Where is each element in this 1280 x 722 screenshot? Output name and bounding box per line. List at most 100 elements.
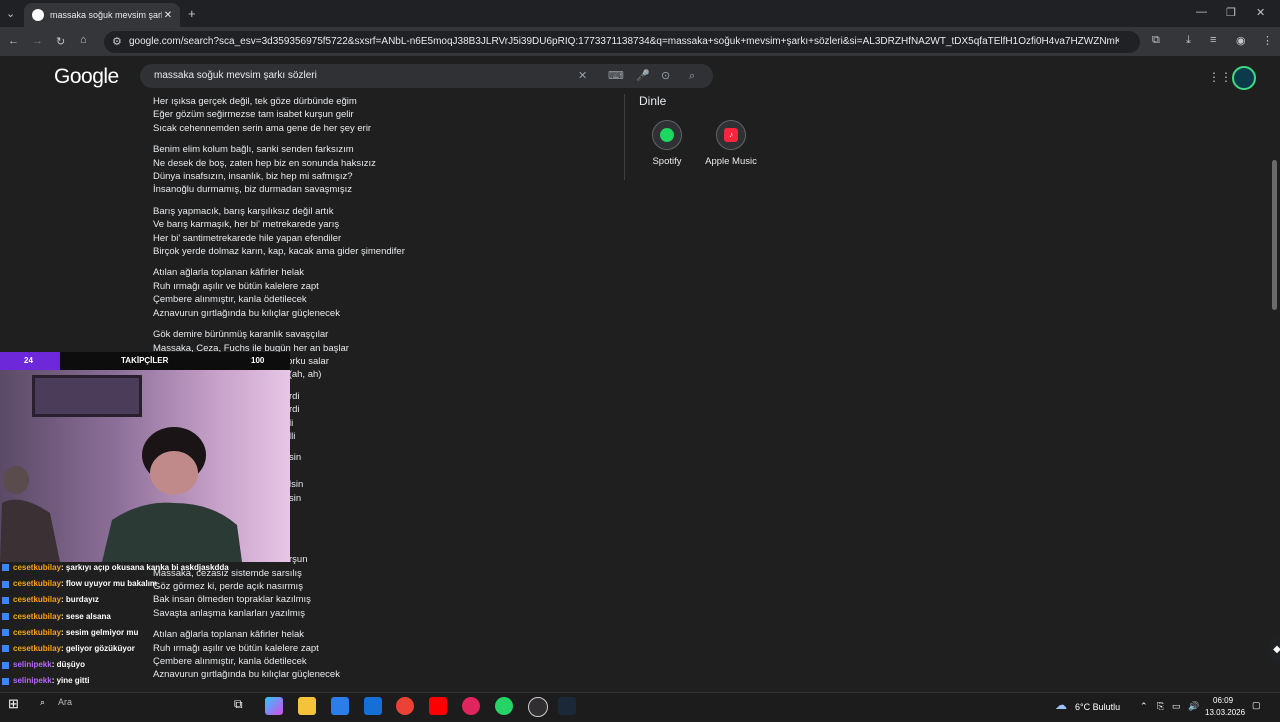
- chat-text: : şarkıyı açıp okusana kanka bi askdjask…: [61, 563, 229, 572]
- taskbar-search-icon[interactable]: ⌕: [40, 697, 45, 708]
- clear-icon[interactable]: ✕: [578, 64, 587, 88]
- store-icon[interactable]: [331, 697, 349, 715]
- tray-app-icon[interactable]: ⎘: [1157, 701, 1164, 712]
- lyrics-line: İnsanoğlu durmamış, biz durmadan savaşmı…: [153, 184, 353, 196]
- search-query: massaka soğuk mevsim şarkı sözleri: [154, 70, 317, 81]
- forward-icon[interactable]: →: [32, 35, 43, 47]
- chat-text: : flow uyuyor mu bakalım: [61, 579, 158, 589]
- youtube-icon[interactable]: [429, 697, 447, 715]
- restore-icon[interactable]: ❐: [1226, 6, 1236, 19]
- steam-icon[interactable]: [558, 697, 576, 715]
- chat-text: : yine gitti: [51, 676, 90, 686]
- lyrics-stanza: Barış yapmacık, barış karşılıksız değil …: [153, 205, 405, 259]
- lyrics-stanza: Her ışıksa gerçek değil, tek göze dürbün…: [153, 95, 405, 135]
- chat-username: cesetkubilay: [13, 644, 62, 654]
- media-player-icon[interactable]: [462, 697, 480, 715]
- lyrics-line: Barış yapmacık, barış karşılıksız değil …: [153, 205, 334, 217]
- spotify-label: Spotify: [652, 156, 682, 167]
- follower-label: TAKİPÇİLER: [121, 356, 169, 365]
- home-icon[interactable]: ⌂: [80, 34, 87, 46]
- reading-list-icon[interactable]: ≡: [1210, 34, 1216, 46]
- chat-username: selinipekk: [13, 676, 52, 686]
- close-window-icon[interactable]: ✕: [1256, 6, 1265, 19]
- taskbar-search-label[interactable]: Ara: [58, 697, 72, 707]
- lyrics-line: sin: [289, 452, 302, 464]
- chat-username: cesetkubilay: [13, 595, 62, 605]
- voice-search-icon[interactable]: 🎤: [636, 64, 650, 88]
- apple-music-link[interactable]: ♪ Apple Music: [696, 120, 766, 167]
- network-icon[interactable]: ▭: [1172, 701, 1181, 712]
- lyrics-line: Ve barış karmaşık, her bi' metrekarede y…: [153, 219, 340, 231]
- weather-text[interactable]: 6°C Bulutlu: [1075, 702, 1120, 712]
- google-favicon-icon: [32, 9, 44, 21]
- chat-message: cesetkubilay: flow uyuyor mu bakalım: [2, 576, 229, 592]
- lyrics-line: Her bi' santimetrekarede hile yapan efen…: [153, 232, 342, 244]
- tray-overflow-icon[interactable]: ⌃: [1140, 701, 1148, 712]
- account-avatar[interactable]: [1232, 66, 1256, 90]
- chat-message: selinipekk: yine gitti: [2, 673, 229, 689]
- webcam-feed: [0, 370, 290, 562]
- chat-username: cesetkubilay: [13, 579, 62, 589]
- chat-badge-icon: [2, 661, 9, 669]
- google-logo[interactable]: Google: [54, 65, 119, 89]
- divider: [624, 94, 625, 180]
- lyrics-stanza: Atılan ağlarla toplanan kâfirler helak Ru…: [153, 266, 405, 320]
- lyrics-line: Dünya insafsızın, insanlık, biz hep mi s…: [153, 171, 353, 183]
- chat-message: cesetkubilay: sese alsana: [2, 609, 229, 625]
- outlook-icon[interactable]: [364, 697, 382, 715]
- chat-badge-icon: [2, 613, 9, 620]
- address-bar[interactable]: ⚙ google.com/search?sca_esv=3d359356975f…: [104, 31, 1140, 53]
- apps-grid-icon[interactable]: ⋮⋮: [1208, 70, 1232, 84]
- chat-username: selinipekk: [13, 660, 52, 670]
- lyrics-line: Sıcak cehennemden serin ama gene de her …: [153, 122, 372, 134]
- task-view-icon[interactable]: ⧉: [234, 697, 243, 712]
- back-icon[interactable]: ←: [8, 35, 19, 47]
- close-tab-icon[interactable]: ✕: [162, 10, 174, 21]
- reload-icon[interactable]: ↻: [56, 35, 65, 48]
- active-tab[interactable]: massaka soğuk mevsim şarkı sö ✕: [24, 3, 180, 27]
- weather-icon[interactable]: ☁: [1055, 698, 1067, 712]
- search-box[interactable]: massaka soğuk mevsim şarkı sözleri: [140, 64, 713, 88]
- follower-count-right: 100: [251, 356, 265, 365]
- lyrics-line: rşun: [289, 554, 308, 566]
- obs-icon[interactable]: [528, 697, 548, 717]
- profile-icon[interactable]: ◉: [1236, 34, 1246, 47]
- search-icon[interactable]: ⌕: [689, 64, 695, 88]
- volume-icon[interactable]: 🔊: [1188, 701, 1199, 712]
- spotify-link[interactable]: Spotify: [632, 120, 702, 167]
- lyrics-line: Aznavurun gırtlağında bu kılıçlar güçlen…: [153, 307, 340, 319]
- lyrics-line: Atılan ağlarla toplanan kâfirler helak: [153, 267, 305, 279]
- site-info-icon[interactable]: ⚙: [112, 31, 122, 53]
- whatsapp-icon[interactable]: [495, 697, 513, 715]
- lyrics-line: Gök demire bürünmüş karanlık savaşçılar: [153, 329, 329, 341]
- wall-frame: [32, 375, 142, 417]
- tab-search-icon[interactable]: ⌄: [6, 7, 15, 20]
- clock-date[interactable]: 13.03.2026: [1205, 708, 1245, 717]
- lyrics-line: Ne desek de boş, zaten hep biz en sonund…: [153, 157, 376, 169]
- keyboard-icon[interactable]: ⌨: [608, 64, 624, 88]
- new-tab-icon[interactable]: +: [188, 6, 196, 21]
- clock-time[interactable]: 06:09: [1213, 696, 1233, 705]
- chat-username: cesetkubilay: [13, 627, 62, 637]
- chat-text: : sese alsana: [61, 611, 111, 621]
- chat-username: cesetkubilay: [13, 611, 62, 621]
- lyrics-line: Her ışıksa gerçek değil, tek göze dürbün…: [153, 96, 357, 107]
- minimize-icon[interactable]: —: [1196, 6, 1207, 18]
- scrollbar[interactable]: [1270, 56, 1280, 692]
- lyrics-line: Birçok yerde dolmaz karın, kap, kacak am…: [153, 246, 405, 258]
- download-icon[interactable]: ⤓: [1186, 34, 1191, 47]
- notifications-icon[interactable]: ▢: [1252, 700, 1261, 711]
- menu-icon[interactable]: ⋮: [1262, 34, 1273, 47]
- lens-icon[interactable]: ⊙: [661, 64, 670, 88]
- chrome-icon[interactable]: [396, 697, 414, 715]
- chat-message: cesetkubilay: sesim gelmiyor mu: [2, 625, 229, 641]
- tab-title: massaka soğuk mevsim şarkı sö: [50, 10, 162, 20]
- lyrics-stanza: Benim elim kolum bağlı, sanki senden far…: [153, 143, 405, 197]
- scrollbar-thumb[interactable]: [1272, 160, 1277, 310]
- extensions-icon[interactable]: ⧉: [1152, 34, 1160, 47]
- lyrics-line: Çembere alınmıştır, kanla ödetilecek: [153, 294, 307, 306]
- start-icon[interactable]: ⊞: [8, 696, 19, 712]
- copilot-icon[interactable]: [265, 697, 283, 715]
- file-explorer-icon[interactable]: [298, 697, 316, 715]
- lyrics-line: Ruh ırmağı aşılır ve bütün kalelere zapt: [153, 280, 319, 292]
